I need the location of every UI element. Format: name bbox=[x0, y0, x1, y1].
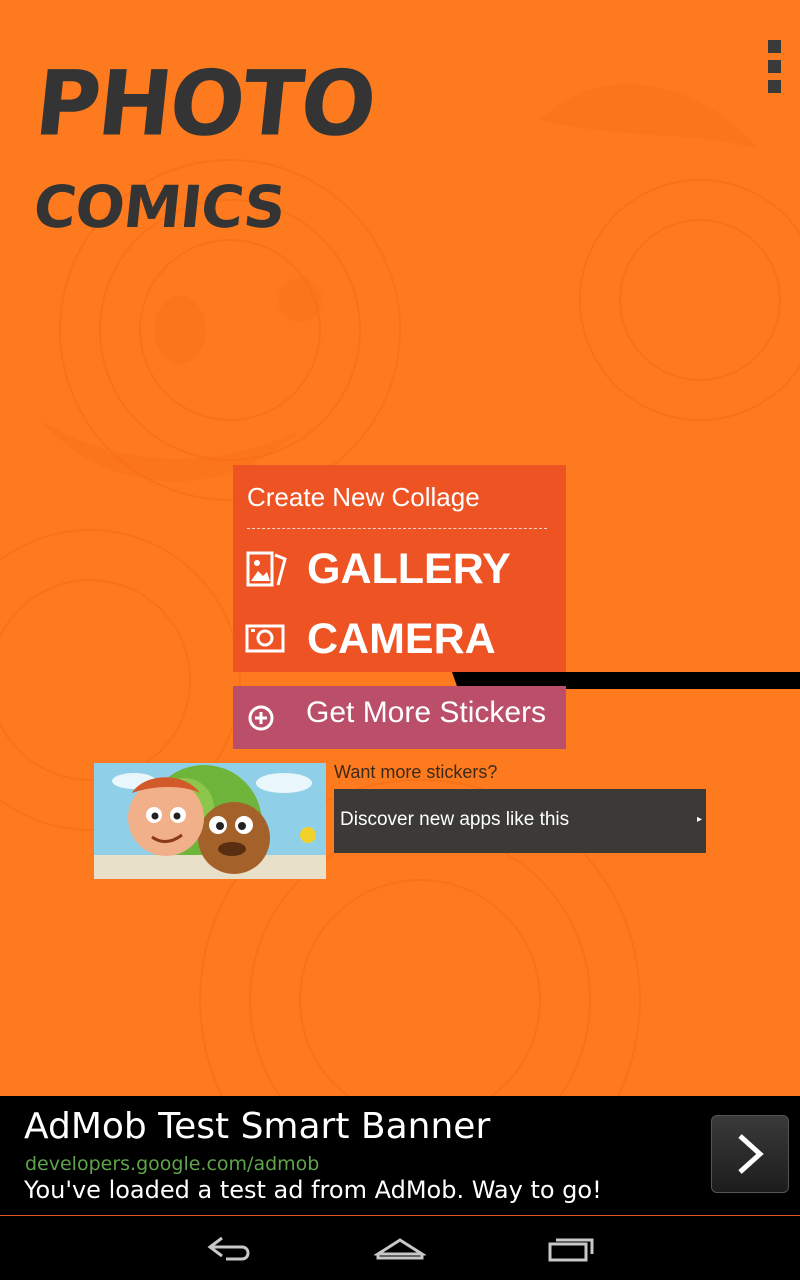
camera-label: CAMERA bbox=[307, 615, 496, 663]
ad-text: You've loaded a test ad from AdMob. Way … bbox=[24, 1176, 602, 1204]
discover-apps-label: Discover new apps like this bbox=[340, 809, 570, 830]
ad-open-button[interactable] bbox=[711, 1115, 789, 1193]
camera-icon bbox=[245, 624, 285, 653]
card-divider bbox=[247, 528, 547, 529]
discover-apps-button[interactable]: Discover new apps like this ▸ bbox=[334, 789, 706, 853]
app-logo: PHOTO COMICS bbox=[30, 50, 432, 250]
overflow-menu-icon[interactable] bbox=[760, 34, 790, 100]
gallery-label: GALLERY bbox=[307, 545, 511, 593]
promo-illustration[interactable] bbox=[94, 763, 326, 879]
create-collage-card: Create New Collage GALLERY CAMERA bbox=[233, 465, 566, 672]
gallery-icon bbox=[246, 551, 287, 587]
promo-question: Want more stickers? bbox=[334, 762, 498, 782]
logo-line-photo: PHOTO bbox=[30, 50, 380, 157]
ad-url[interactable]: developers.google.com/admob bbox=[25, 1153, 319, 1175]
ad-title: AdMob Test Smart Banner bbox=[24, 1106, 491, 1147]
chevron-right-icon bbox=[738, 1134, 764, 1174]
back-icon[interactable] bbox=[204, 1230, 256, 1266]
chevron-right-icon: ▸ bbox=[696, 814, 702, 825]
camera-button[interactable]: CAMERA bbox=[245, 611, 555, 667]
get-more-stickers-button[interactable]: Get More Stickers bbox=[233, 686, 566, 749]
get-more-stickers-label: Get More Stickers bbox=[306, 696, 547, 729]
recents-icon[interactable] bbox=[546, 1230, 598, 1266]
plus-circle-icon bbox=[248, 705, 274, 731]
logo-line-comics: COMICS bbox=[30, 173, 289, 241]
home-icon[interactable] bbox=[374, 1230, 426, 1266]
system-navigation-bar bbox=[0, 1216, 800, 1280]
gallery-button[interactable]: GALLERY bbox=[245, 541, 555, 597]
admob-banner[interactable]: AdMob Test Smart Banner developers.googl… bbox=[0, 1096, 800, 1215]
card-title: Create New Collage bbox=[247, 482, 480, 512]
